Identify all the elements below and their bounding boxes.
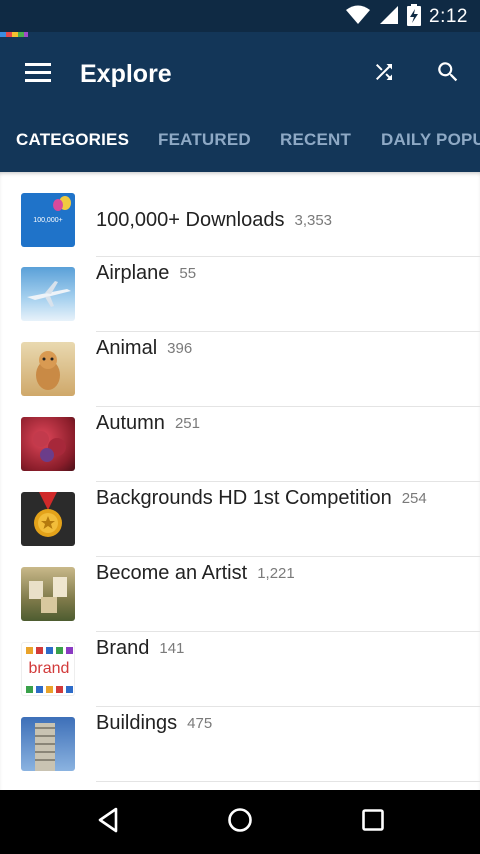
category-name: Become an Artist [96,561,248,584]
category-thumbnail [21,492,75,546]
wifi-icon [345,5,371,30]
home-button[interactable] [220,802,260,842]
category-thumbnail [21,267,75,321]
category-count: 3,353 [294,212,333,229]
category-text: Buildings 475 [96,675,212,771]
shuffle-button[interactable] [364,54,404,94]
back-icon [96,807,120,838]
app-logo-strip [0,32,28,37]
recents-icon [361,808,385,837]
tab-recent[interactable]: RECENT [280,108,351,172]
category-name: Autumn [96,411,165,434]
recents-button[interactable] [353,802,393,842]
search-icon [435,59,461,90]
category-thumbnail [21,342,75,396]
home-icon [227,807,253,838]
category-name: Brand [96,636,150,659]
category-count: 55 [179,264,197,282]
category-count: 251 [174,414,200,432]
cell-signal-icon [379,5,399,30]
category-count: 254 [401,489,427,507]
category-name: Airplane [96,261,170,284]
list-item[interactable]: Airplane 55 [0,247,480,322]
system-nav-bar [0,790,480,854]
search-button[interactable] [428,54,468,94]
thumbnail-text: brand [28,660,70,677]
menu-button[interactable] [18,54,58,94]
category-name: Animal [96,336,158,359]
hamburger-menu-icon [25,62,51,87]
list-item[interactable]: Animal 396 [0,322,480,397]
tab-bar: CATEGORIES FEATURED RECENT DAILY POPU [0,108,480,172]
divider [96,781,480,782]
back-button[interactable] [88,802,128,842]
category-count: 1,221 [257,564,295,582]
status-bar: 2:12 [0,0,480,32]
category-list: 100,000+ 100,000+ Downloads 3,353 Airpla… [0,172,480,790]
shuffle-icon [372,60,396,89]
category-thumbnail: 100,000+ [21,193,75,247]
category-name: Buildings [96,711,178,734]
category-thumbnail [21,417,75,471]
category-thumbnail [21,717,75,771]
tab-daily-popular[interactable]: DAILY POPU [381,108,480,172]
list-item[interactable]: 100,000+ 100,000+ Downloads 3,353 [0,172,480,247]
category-name: Backgrounds HD 1st Competition [96,486,392,509]
tab-featured[interactable]: FEATURED [158,108,251,172]
battery-charging-icon [407,3,422,31]
category-thumbnail [21,567,75,621]
list-item[interactable]: Become an Artist 1,221 [0,547,480,622]
category-count: 475 [187,714,213,732]
tab-categories[interactable]: CATEGORIES [16,108,129,172]
category-count: 141 [159,639,185,657]
status-icons: 2:12 [345,3,468,31]
thumbnail-text: 100,000+ [33,217,63,224]
status-time: 2:12 [429,6,468,27]
category-count: 396 [167,339,193,357]
page-title: Explore [80,60,172,88]
category-thumbnail: brand [21,642,75,696]
list-item[interactable]: Buildings 475 [0,697,480,772]
app-bar: Explore CATEGORIES FEATURED RECENT DAILY… [0,32,480,172]
list-item[interactable]: brand Brand 141 [0,622,480,697]
